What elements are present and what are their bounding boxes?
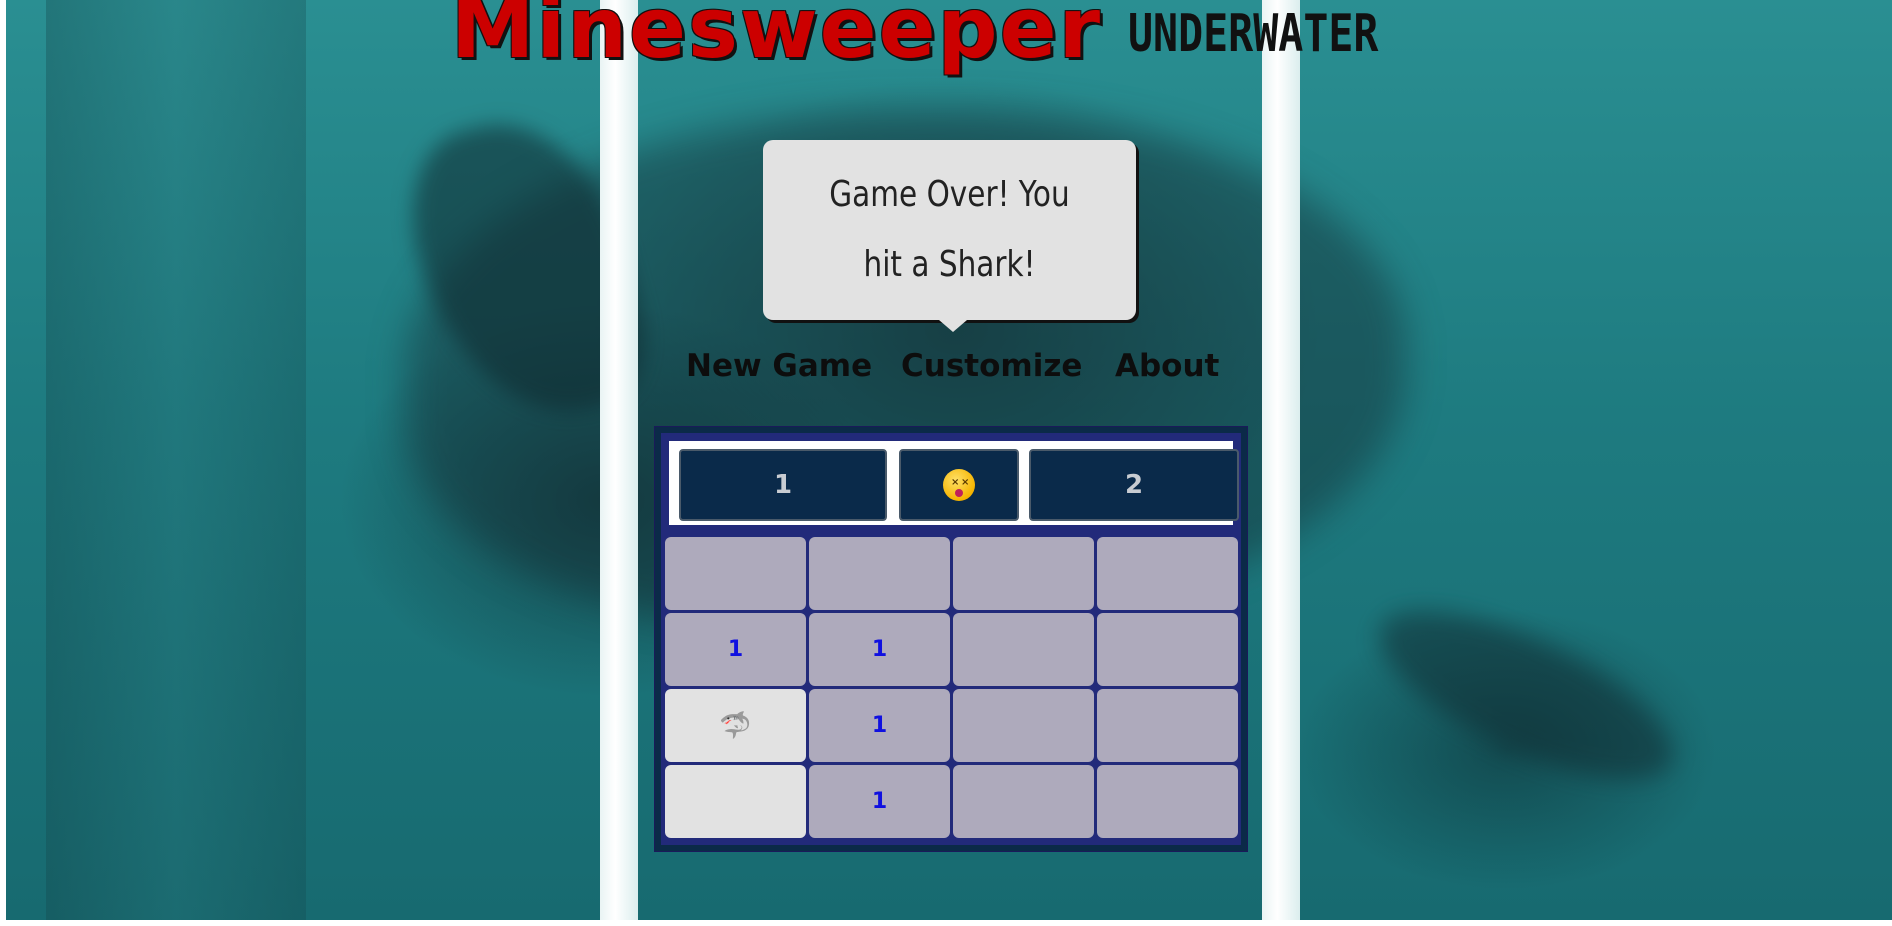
minefield-grid: 1 1 🦈 1 1 — [665, 537, 1238, 841]
new-game-link[interactable]: New Game — [686, 348, 872, 384]
grid-cell[interactable] — [1097, 765, 1238, 838]
cell-number: 1 — [871, 713, 888, 738]
grid-cell[interactable]: 1 — [665, 613, 806, 686]
title-main: Minesweeper — [450, 0, 1103, 77]
mines-counter: 1 — [679, 449, 887, 521]
reset-face-button[interactable]: × × — [899, 449, 1019, 521]
grid-cell[interactable]: 1 — [809, 689, 950, 762]
grid-cell[interactable] — [1097, 613, 1238, 686]
dizzy-face-icon: × × — [943, 469, 975, 501]
grid-cell[interactable] — [665, 537, 806, 610]
background-pole-left — [600, 0, 638, 920]
grid-cell[interactable] — [953, 613, 1094, 686]
background-shark-tail — [1357, 577, 1695, 813]
grid-cell[interactable] — [1097, 689, 1238, 762]
grid-cell[interactable] — [953, 689, 1094, 762]
main-nav: New Game Customize About — [0, 348, 1892, 392]
background-pillar — [46, 0, 306, 920]
grid-cell[interactable] — [665, 765, 806, 838]
grid-cell[interactable] — [809, 537, 950, 610]
grid-cell[interactable]: 1 — [809, 613, 950, 686]
game-board: 1 × × 2 1 1 🦈 1 1 — [654, 426, 1248, 852]
background-pole-right — [1262, 0, 1300, 920]
title-sub: UNDERWATER — [1128, 4, 1379, 64]
cell-number: 1 — [871, 637, 888, 662]
game-over-message: Game Over! You hit a Shark! — [829, 174, 1070, 285]
grid-cell[interactable]: 🦈 — [665, 689, 806, 762]
page-title: Minesweeper UNDERWATER — [0, 0, 1892, 76]
grid-cell[interactable]: 1 — [809, 765, 950, 838]
shark-icon: 🦈 — [719, 710, 752, 741]
grid-cell[interactable] — [1097, 537, 1238, 610]
status-panel: 1 × × 2 — [669, 441, 1239, 525]
board-frame: 1 × × 2 1 1 🦈 1 1 — [661, 433, 1241, 845]
about-link[interactable]: About — [1115, 348, 1219, 384]
cell-number: 1 — [871, 789, 888, 814]
grid-cell[interactable] — [953, 537, 1094, 610]
game-over-popup: Game Over! You hit a Shark! — [763, 140, 1136, 332]
grid-cell[interactable] — [953, 765, 1094, 838]
timer-counter: 2 — [1029, 449, 1239, 521]
customize-link[interactable]: Customize — [901, 348, 1082, 384]
cell-number: 1 — [727, 637, 744, 662]
